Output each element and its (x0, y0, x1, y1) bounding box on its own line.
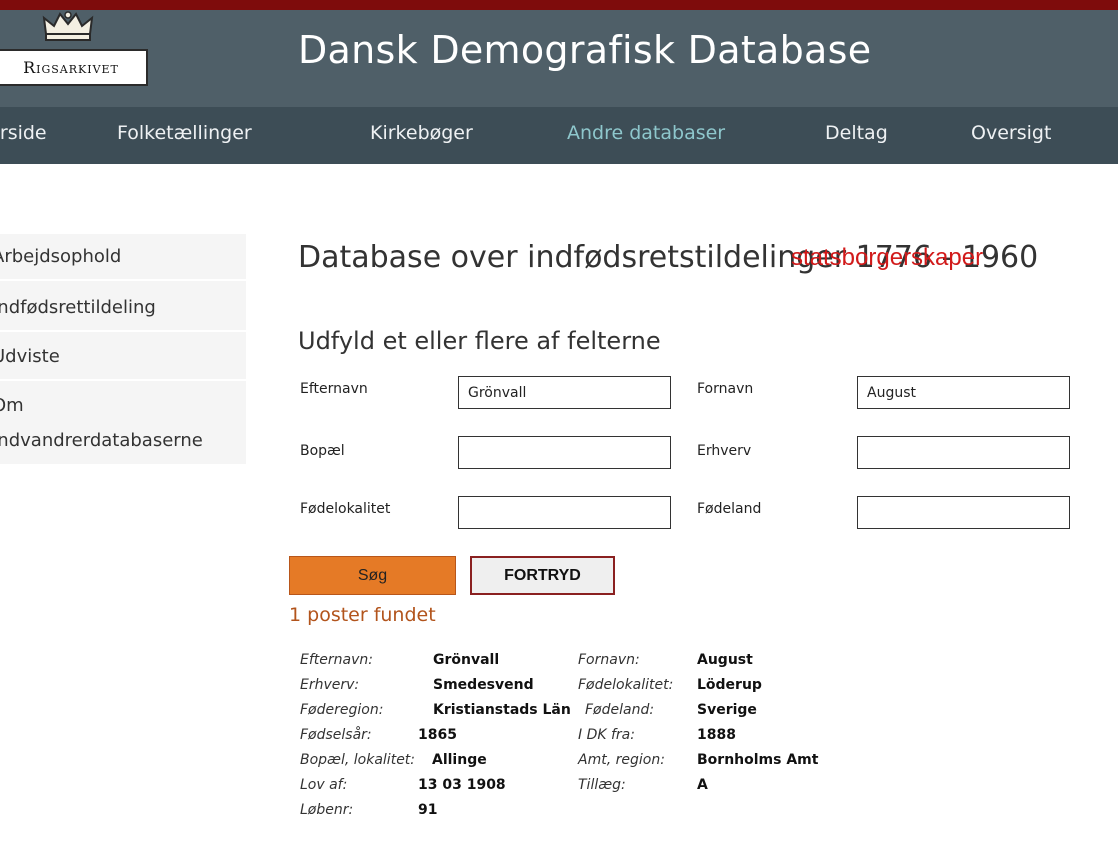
nav-oversigt[interactable]: Oversigt (971, 107, 1051, 164)
nav-forside[interactable]: Forside (0, 107, 47, 164)
result-value: August (697, 652, 753, 668)
sidebar-item-om[interactable]: Om (0, 393, 24, 419)
result-value: Bornholms Amt (697, 752, 819, 768)
result-value: Allinge (432, 752, 487, 768)
label-bopael: Bopæl (300, 443, 345, 459)
sidebar-item-om-line2[interactable]: Indvandrerdatabaserne (0, 428, 203, 454)
rigsarkivet-logo[interactable]: Rigsarkivet (0, 49, 148, 86)
site-title: Dansk Demografisk Database (298, 28, 872, 72)
sidebar-divider (0, 379, 246, 381)
result-label: Fødelokalitet: (578, 677, 674, 693)
result-value: 13 03 1908 (418, 777, 506, 793)
result-value: Grönvall (433, 652, 500, 668)
result-value: Smedesvend (433, 677, 534, 693)
label-fornavn: Fornavn (697, 381, 754, 397)
fornavn-input[interactable] (857, 376, 1070, 409)
results-count: 1 poster fundet (289, 604, 436, 626)
sidebar-item-indfodsrettildeling[interactable]: Indfødsrettildeling (0, 295, 156, 321)
sidebar-item-udviste[interactable]: Udviste (0, 344, 60, 370)
result-value: Löderup (697, 677, 762, 693)
result-value: 1888 (697, 727, 736, 743)
label-fodelokalitet: Fødelokalitet (300, 501, 391, 517)
result-label: Erhverv: (300, 677, 360, 693)
fodeland-input[interactable] (857, 496, 1070, 529)
result-label: Fødeland: (585, 702, 655, 718)
annotation-text: statsborgerskaper (791, 244, 984, 271)
logo-text: Rigsarkivet (23, 58, 119, 77)
sidebar: Arbejdsophold Indfødsrettildeling Udvist… (0, 234, 246, 464)
result-label: I DK fra: (578, 727, 635, 743)
erhverv-input[interactable] (857, 436, 1070, 469)
sidebar-divider (0, 279, 246, 281)
result-label: Efternavn: (300, 652, 373, 668)
efternavn-input[interactable] (458, 376, 671, 409)
label-efternavn: Efternavn (300, 381, 368, 397)
site-header: Rigsarkivet Dansk Demografisk Database (0, 10, 1118, 107)
main-nav: Forside Folketællinger Kirkebøger Andre … (0, 107, 1118, 164)
result-label: Føderegion: (300, 702, 384, 718)
nav-folketaellinger[interactable]: Folketællinger (117, 107, 252, 164)
fodelokalitet-input[interactable] (458, 496, 671, 529)
result-label: Fødselsår: (300, 727, 372, 743)
result-value: Sverige (697, 702, 757, 718)
sidebar-divider (0, 330, 246, 332)
search-button[interactable]: Søg (289, 556, 456, 595)
nav-kirkeboger[interactable]: Kirkebøger (370, 107, 473, 164)
result-label: Fornavn: (578, 652, 640, 668)
nav-andre-databaser[interactable]: Andre databaser (567, 107, 725, 164)
result-label: Lov af: (300, 777, 348, 793)
crown-icon (42, 11, 94, 41)
result-label: Bopæl, lokalitet: (300, 752, 416, 768)
result-label: Løbenr: (300, 802, 354, 818)
result-value: Kristianstads Län (433, 702, 571, 718)
result-label: Tillæg: (578, 777, 626, 793)
result-label: Amt, region: (578, 752, 665, 768)
result-value: 91 (418, 802, 438, 818)
sidebar-item-arbejdsophold[interactable]: Arbejdsophold (0, 244, 121, 270)
label-fodeland: Fødeland (697, 501, 762, 517)
result-value: A (697, 777, 708, 793)
bopael-input[interactable] (458, 436, 671, 469)
nav-deltag[interactable]: Deltag (825, 107, 888, 164)
form-heading: Udfyld et eller flere af felterne (298, 327, 661, 355)
reset-button[interactable]: FORTRYD (470, 556, 615, 595)
result-value: 1865 (418, 727, 457, 743)
top-accent-strip (0, 0, 1118, 10)
label-erhverv: Erhverv (697, 443, 752, 459)
